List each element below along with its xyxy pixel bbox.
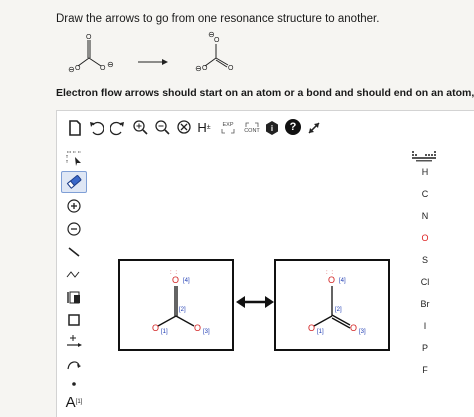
element-c[interactable]: C	[405, 189, 445, 199]
resonance-double-arrow	[236, 296, 274, 308]
reactant-right-charge: ⊖	[107, 60, 114, 69]
reactant-top-oxygen: O	[86, 34, 92, 41]
zoom-out-icon[interactable]	[153, 118, 171, 136]
negative-charge-icon[interactable]	[61, 218, 87, 240]
lasso-select-icon[interactable]	[61, 147, 87, 169]
reaction-scheme: O ⊖ O O ⊖ ⊖ O ⊖ O O	[68, 30, 234, 74]
fullscreen-icon[interactable]	[305, 119, 323, 137]
element-o[interactable]: O	[405, 233, 445, 243]
right-left-oxygen[interactable]: O	[308, 323, 315, 333]
eraser-icon[interactable]	[61, 171, 87, 193]
atom-label-tool[interactable]: A [1]	[61, 389, 87, 415]
hydrogen-toggle-button[interactable]: H ±	[195, 118, 213, 136]
atom-label-superscript: [1]	[75, 399, 83, 405]
contract-button-label: CONT	[244, 128, 260, 134]
product-left-oxygen: O	[202, 65, 208, 72]
product-left-charge: ⊖	[195, 64, 202, 73]
left-label-2: [2]	[179, 307, 186, 313]
redo-icon[interactable]	[109, 119, 127, 137]
left-top-oxygen[interactable]: O	[172, 275, 179, 285]
right-label-2: [2]	[335, 307, 342, 313]
structure-editor: H ± EXP CONT i ? A [1] O:: O O [4] [2]…	[56, 110, 474, 417]
hydrogen-toggle-label: H	[197, 119, 207, 135]
positive-charge-icon[interactable]	[61, 195, 87, 217]
clear-canvas-icon[interactable]	[175, 118, 193, 136]
reactant-structure: O ⊖ O O ⊖	[68, 34, 114, 74]
element-palette: H C N O S Cl Br I P F	[405, 145, 474, 417]
curved-arrow-icon[interactable]	[61, 353, 87, 375]
periodic-table-icon[interactable]	[411, 149, 437, 167]
left-label-4: [4]	[183, 278, 190, 284]
element-s[interactable]: S	[405, 255, 445, 265]
element-br[interactable]: Br	[405, 299, 445, 309]
product-structure: ⊖ O ⊖ O O	[195, 30, 234, 73]
right-label-1: [1]	[317, 329, 324, 335]
single-bond-icon[interactable]	[61, 241, 87, 263]
drawing-canvas[interactable]: O : : O O [4] [2] [1] [3] O:: O O [4] …	[91, 145, 401, 417]
left-top-lone-pair: : :	[170, 270, 178, 276]
hydrogen-toggle-superscript: ±	[206, 123, 211, 131]
expand-button[interactable]: EXP	[217, 117, 239, 139]
undo-icon[interactable]	[87, 119, 105, 137]
left-label-1: [1]	[161, 329, 168, 335]
reaction-arrowhead	[162, 59, 168, 65]
right-right-oxygen[interactable]: O	[350, 323, 357, 333]
info-button[interactable]: i	[265, 120, 279, 136]
resonance-structure-right[interactable]: O : : O O [4] [2] [1] [3]	[274, 259, 390, 351]
right-top-oxygen[interactable]: O	[328, 275, 335, 285]
contract-button[interactable]: CONT	[239, 117, 265, 139]
resonance-structure-left[interactable]: O : : O O [4] [2] [1] [3]	[118, 259, 234, 351]
editor-toolbar: H ± EXP CONT i ?	[57, 111, 474, 145]
right-label-3: [3]	[359, 329, 366, 335]
help-button[interactable]: ?	[285, 119, 301, 135]
info-label: i	[270, 123, 274, 133]
product-right-oxygen: O	[228, 65, 234, 72]
rectangle-shape-icon[interactable]	[61, 309, 87, 331]
left-left-oxygen[interactable]: O	[152, 323, 159, 333]
left-right-oxygen[interactable]: O	[194, 323, 201, 333]
template-ring-icon[interactable]	[61, 286, 87, 308]
right-top-lone-pair: : :	[326, 270, 334, 276]
element-i[interactable]: I	[405, 321, 445, 331]
new-document-icon[interactable]	[67, 119, 83, 137]
product-top-oxygen: O	[214, 37, 220, 44]
element-cl[interactable]: Cl	[405, 277, 445, 287]
help-label: ?	[289, 121, 297, 133]
zoom-in-icon[interactable]	[131, 118, 149, 136]
question-instruction: Electron flow arrows should start on an …	[56, 87, 474, 99]
element-n[interactable]: N	[405, 211, 445, 221]
question-prompt: Draw the arrows to go from one resonance…	[56, 13, 380, 25]
element-f[interactable]: F	[405, 365, 445, 375]
reactant-right-oxygen: O	[100, 65, 106, 72]
atom-label-letter: A	[65, 393, 76, 411]
reactant-left-oxygen: O	[75, 65, 81, 72]
left-label-3: [3]	[203, 329, 210, 335]
element-p[interactable]: P	[405, 343, 445, 353]
element-h[interactable]: H	[405, 167, 445, 177]
reactant-left-charge: ⊖	[68, 65, 75, 74]
right-label-4: [4]	[339, 278, 346, 284]
left-toolbar: A [1]	[57, 145, 91, 417]
reaction-plus-arrow-icon[interactable]	[61, 331, 87, 353]
chain-tool-icon[interactable]	[61, 263, 87, 285]
